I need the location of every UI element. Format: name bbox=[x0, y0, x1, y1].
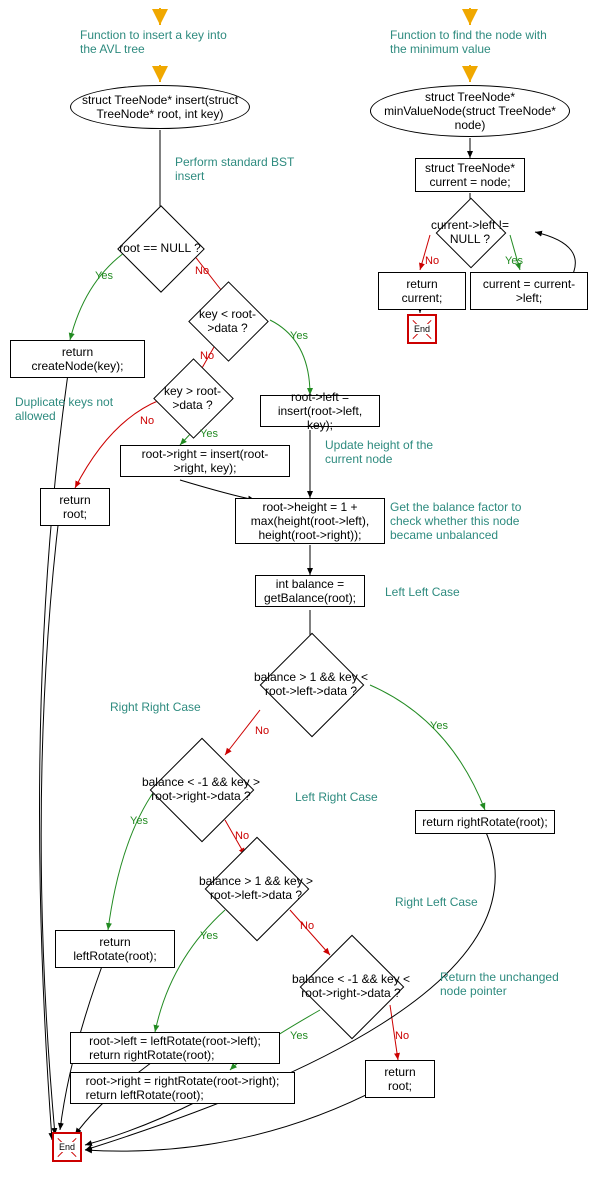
label-yes: Yes bbox=[430, 720, 448, 732]
end-right: End bbox=[407, 314, 437, 344]
comment-insert-fn: Function to insert a key into the AVL tr… bbox=[80, 28, 240, 56]
lr-block: root->left = leftRotate(root->left); ret… bbox=[70, 1032, 280, 1064]
label-no: No bbox=[300, 920, 314, 932]
assign-right: root->right = insert(root->right, key); bbox=[120, 445, 290, 477]
label-yes: Yes bbox=[95, 270, 113, 282]
return-rightrotate: return rightRotate(root); bbox=[415, 810, 555, 834]
comment-bst: Perform standard BST insert bbox=[175, 155, 295, 183]
comment-rl: Right Left Case bbox=[395, 895, 478, 909]
comment-minvalue-fn: Function to find the node with the minim… bbox=[390, 28, 560, 56]
comment-lr: Left Right Case bbox=[295, 790, 378, 804]
return-root-2: return root; bbox=[365, 1060, 435, 1098]
comment-update-h: Update height of the current node bbox=[325, 438, 445, 466]
comment-unchanged: Return the unchanged node pointer bbox=[440, 970, 580, 998]
label-yes: Yes bbox=[200, 428, 218, 440]
label-no: No bbox=[200, 350, 214, 362]
label-yes: Yes bbox=[290, 330, 308, 342]
label-no: No bbox=[395, 1030, 409, 1042]
label-no: No bbox=[195, 265, 209, 277]
end-left: End bbox=[52, 1132, 82, 1162]
label-yes: Yes bbox=[130, 815, 148, 827]
label-no: No bbox=[235, 830, 249, 842]
assign-current: struct TreeNode* current = node; bbox=[415, 158, 525, 192]
label-yes: Yes bbox=[505, 255, 523, 267]
cond-rl: balance < -1 && key < root->right->data … bbox=[315, 950, 387, 1022]
return-createnode: return createNode(key); bbox=[10, 340, 145, 378]
comment-dup: Duplicate keys not allowed bbox=[15, 395, 115, 423]
return-current: return current; bbox=[378, 272, 466, 310]
comment-ll: Left Left Case bbox=[385, 585, 460, 599]
assign-current-left: current = current->left; bbox=[470, 272, 588, 310]
cond-rr: balance < -1 && key > root->right->data … bbox=[165, 753, 237, 825]
func-minvalue: struct TreeNode* minValueNode(struct Tre… bbox=[370, 85, 570, 137]
cond-key-gt: key > root->data ? bbox=[165, 370, 220, 425]
label-no: No bbox=[140, 415, 154, 427]
update-height: root->height = 1 + max(height(root->left… bbox=[235, 498, 385, 544]
func-insert: struct TreeNode* insert(struct TreeNode*… bbox=[70, 85, 250, 129]
comment-balance: Get the balance factor to check whether … bbox=[390, 500, 550, 542]
cond-key-lt: key < root->data ? bbox=[200, 293, 255, 348]
label-yes: Yes bbox=[290, 1030, 308, 1042]
func-insert-text: struct TreeNode* insert(struct TreeNode*… bbox=[81, 93, 239, 121]
balance-assign: int balance = getBalance(root); bbox=[255, 575, 365, 607]
return-root-1: return root; bbox=[40, 488, 110, 526]
cond-lr: balance > 1 && key > root->left->data ? bbox=[220, 852, 292, 924]
comment-rr: Right Right Case bbox=[110, 700, 201, 714]
func-minvalue-text: struct TreeNode* minValueNode(struct Tre… bbox=[381, 90, 559, 132]
rl-block: root->right = rightRotate(root->right); … bbox=[70, 1072, 295, 1104]
cond-current-left: current->left != NULL ? bbox=[446, 208, 494, 256]
cond-ll: balance > 1 && key < root->left->data ? bbox=[275, 648, 347, 720]
cond-root-null: root == NULL ? bbox=[130, 218, 190, 278]
label-no: No bbox=[425, 255, 439, 267]
return-leftrotate: return leftRotate(root); bbox=[55, 930, 175, 968]
label-no: No bbox=[255, 725, 269, 737]
label-yes: Yes bbox=[200, 930, 218, 942]
assign-left: root->left = insert(root->left, key); bbox=[260, 395, 380, 427]
